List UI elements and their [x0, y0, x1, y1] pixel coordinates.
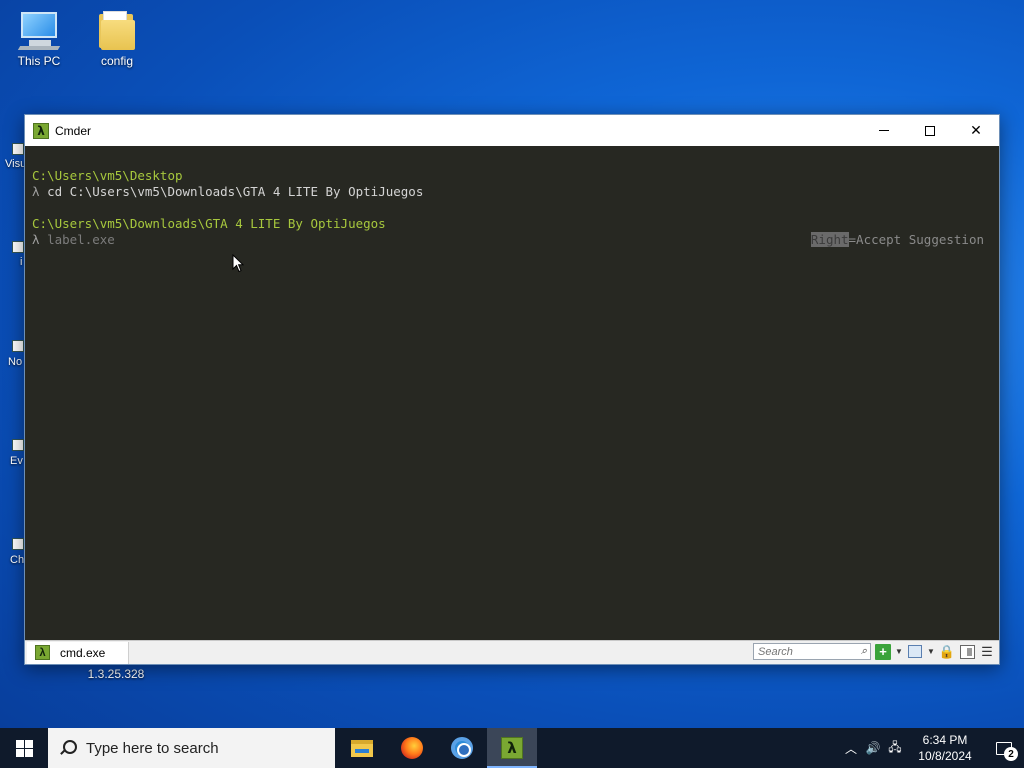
clock[interactable]: 6:34 PM 10/8/2024: [906, 732, 984, 764]
notification-center-button[interactable]: 2: [984, 728, 1024, 768]
taskbar-file-explorer[interactable]: [337, 728, 387, 768]
notification-count-badge: 2: [1004, 747, 1018, 761]
chevron-down-icon[interactable]: ▼: [927, 644, 935, 660]
console-tab[interactable]: λ cmd.exe: [27, 641, 129, 664]
chevron-up-icon[interactable]: ︿: [840, 728, 862, 768]
command-text: cd C:\Users\vm5\Downloads\GTA 4 LITE By …: [47, 184, 424, 199]
shortcut-overlay-icon: [12, 538, 24, 550]
desktop-icon-partial-label[interactable]: Ch: [10, 554, 24, 566]
status-bar: λ cmd.exe ⌕ + ▼ ▼ 🔒 ☰: [25, 640, 999, 664]
clock-date: 10/8/2024: [918, 749, 972, 763]
search-icon[interactable]: ⌕: [861, 645, 867, 658]
minimize-icon: [879, 130, 889, 131]
file-explorer-icon: [351, 739, 373, 757]
tab-label: cmd.exe: [60, 645, 106, 660]
cmder-icon: λ: [501, 737, 523, 759]
system-tray: ︿ 🔊 🖧 6:34 PM 10/8/2024 2: [840, 728, 1024, 768]
desktop-icon-partial-label[interactable]: Ev: [10, 455, 23, 467]
taskbar-search-placeholder: Type here to search: [86, 739, 219, 757]
status-toolbar: ⌕ + ▼ ▼ 🔒 ☰: [753, 643, 995, 660]
start-button[interactable]: [0, 728, 48, 768]
close-button[interactable]: ✕: [953, 115, 999, 146]
shortcut-overlay-icon: [12, 340, 24, 352]
prompt-lambda: λ: [32, 184, 40, 199]
network-icon[interactable]: 🖧: [884, 728, 906, 768]
search-field[interactable]: ⌕: [753, 643, 871, 660]
maximize-button[interactable]: [907, 115, 953, 146]
terminal-path-line: C:\Users\vm5\Downloads\GTA 4 LITE By Opt…: [32, 216, 386, 231]
desktop-icon-this-pc[interactable]: This PC: [3, 8, 75, 68]
maximize-icon: [925, 125, 935, 136]
cmder-lambda-icon[interactable]: λ: [33, 122, 49, 139]
chrome-icon: [451, 737, 473, 759]
desktop-icon-partial-label[interactable]: No: [8, 356, 22, 368]
shortcut-overlay-icon: [12, 143, 24, 155]
new-console-plus-icon[interactable]: +: [875, 643, 891, 660]
window-title: Cmder: [55, 123, 92, 138]
search-icon: [60, 740, 77, 756]
terminal-command-line: λ cd C:\Users\vm5\Downloads\GTA 4 LITE B…: [32, 184, 999, 200]
hamburger-menu-icon[interactable]: ☰: [979, 644, 995, 660]
folder-icon: [95, 8, 139, 52]
shortcut-overlay-icon: [12, 241, 24, 253]
desktop-icon-label: This PC: [17, 54, 61, 68]
view-toggle-button[interactable]: [907, 644, 923, 660]
desktop-icon-partial-label[interactable]: i: [20, 256, 22, 268]
close-icon: ✕: [970, 122, 982, 139]
taskbar-firefox[interactable]: [387, 728, 437, 768]
search-input[interactable]: [758, 645, 854, 658]
windows-logo-icon: [15, 739, 33, 757]
prompt-lambda: λ: [32, 232, 40, 247]
desktop-icon-label: config: [100, 54, 134, 68]
window-controls: ✕: [861, 115, 999, 146]
hint-text: =Accept Suggestion: [848, 232, 984, 247]
clock-time: 6:34 PM: [922, 733, 968, 747]
computer-icon: [17, 8, 61, 52]
desktop-icon-config[interactable]: config: [81, 8, 153, 68]
accept-suggestion-hint: Right=Accept Suggestion: [810, 232, 984, 248]
lock-icon[interactable]: 🔒: [939, 644, 955, 660]
split-panel-icon: [959, 644, 975, 659]
cmder-lambda-icon: λ: [35, 645, 50, 660]
window-view-icon: [908, 645, 922, 658]
firefox-icon: [401, 737, 423, 759]
taskbar-cmder[interactable]: λ: [487, 728, 537, 768]
terminal-output[interactable]: C:\Users\vm5\Desktop λ cd C:\Users\vm5\D…: [25, 146, 999, 640]
minimize-button[interactable]: [861, 115, 907, 146]
chevron-down-icon[interactable]: ▼: [895, 644, 903, 660]
taskbar-apps: λ: [337, 728, 537, 768]
desktop-icon-partial-label[interactable]: 1.3.25.328: [80, 667, 152, 681]
shortcut-overlay-icon: [12, 439, 24, 451]
volume-icon[interactable]: 🔊: [862, 728, 884, 768]
suggestion-text: label.exe: [47, 232, 115, 247]
terminal-path-line: C:\Users\vm5\Desktop: [32, 168, 183, 183]
taskbar-chrome[interactable]: [437, 728, 487, 768]
taskbar-search-box[interactable]: Type here to search: [48, 728, 335, 768]
cmder-window: λ Cmder ✕ C:\Users\vm5\Desktop λ cd C:\U…: [24, 114, 1000, 665]
hint-key: Right: [810, 232, 849, 247]
taskbar: Type here to search λ ︿ 🔊 🖧 6:34 PM 10/8…: [0, 728, 1024, 768]
split-view-button[interactable]: [959, 644, 975, 660]
title-bar[interactable]: λ Cmder ✕: [25, 115, 999, 146]
